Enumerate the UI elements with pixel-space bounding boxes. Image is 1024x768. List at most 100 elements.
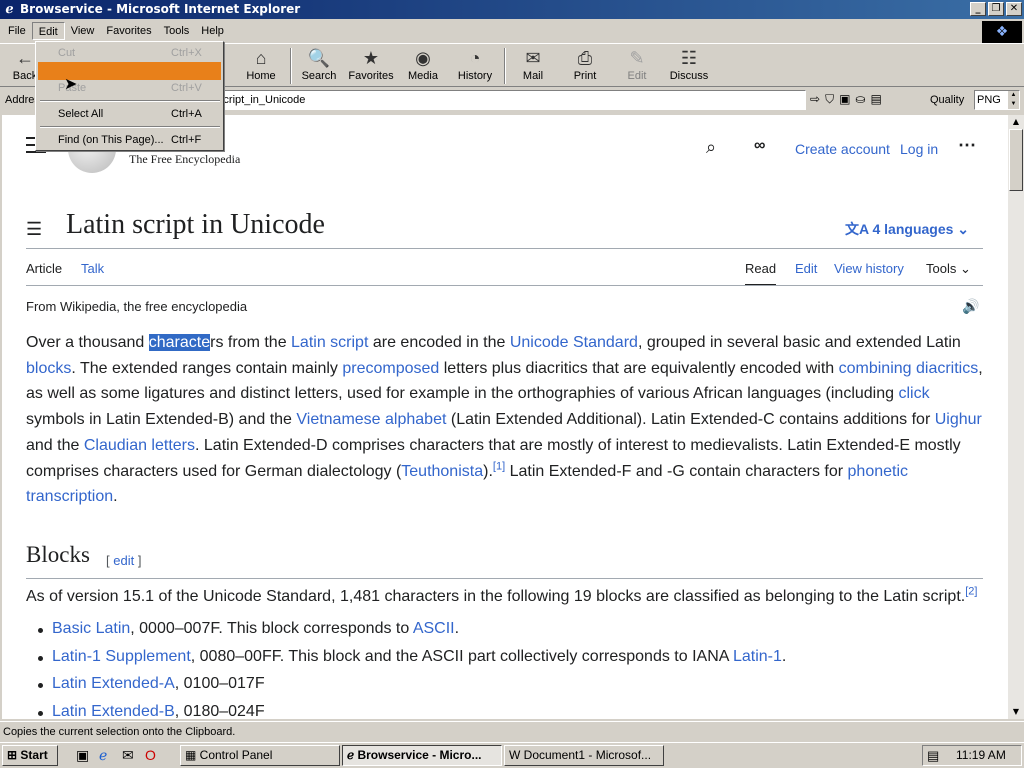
scrollbar-thumb[interactable]	[1009, 129, 1023, 191]
zoom-icon[interactable]: ▣	[839, 92, 850, 107]
tab-talk[interactable]: Talk	[81, 261, 104, 276]
link-combining-diacritics[interactable]: combining diacritics	[839, 360, 979, 377]
print-button[interactable]: ⎙ Print	[566, 46, 604, 86]
menu-item-find[interactable]: Find (on This Page)... Ctrl+F	[38, 131, 221, 149]
task-control-panel[interactable]: ▦ Control Panel	[180, 745, 340, 766]
link-block-ref[interactable]: Latin-1	[733, 648, 782, 665]
list-item: Latin Extended-A, 0100–017F	[26, 675, 786, 703]
media-icon: ◉	[415, 48, 431, 68]
ref-2[interactable]: [2]	[965, 586, 977, 598]
tab-view-history[interactable]: View history	[834, 261, 904, 276]
link-block[interactable]: Basic Latin	[52, 620, 130, 637]
network-icon[interactable]: ▤	[927, 746, 939, 765]
menu-view[interactable]: View	[65, 22, 101, 40]
home-button[interactable]: ⌂ Home	[240, 46, 282, 86]
favorites-folder-icon: ★	[362, 48, 380, 68]
section-edit-link[interactable]: [ edit ]	[106, 553, 141, 568]
outlook-icon[interactable]: ✉	[122, 747, 134, 764]
ie-quicklaunch-icon[interactable]: ℯ	[99, 747, 107, 764]
ref-1[interactable]: [1]	[493, 460, 505, 472]
scroll-up-icon[interactable]: ▲	[1008, 115, 1024, 129]
menu-item-select-all[interactable]: Select All Ctrl+A	[38, 105, 221, 123]
toolbar-separator	[504, 48, 506, 84]
link-vietnamese-alphabet[interactable]: Vietnamese alphabet	[296, 411, 446, 428]
task-browservice[interactable]: ℯ Browservice - Micro...	[342, 745, 502, 766]
toolbar-separator	[290, 48, 292, 84]
favorites-button[interactable]: ★ Favorites	[346, 46, 396, 86]
link-blocks[interactable]: blocks	[26, 360, 71, 377]
close-button[interactable]: ✕	[1006, 2, 1022, 16]
lead-paragraph[interactable]: Over a thousand characters from the Lati…	[26, 330, 986, 510]
link-block[interactable]: Latin-1 Supplement	[52, 648, 191, 665]
link-unicode-standard[interactable]: Unicode Standard	[510, 334, 638, 351]
taskbar: ⊞ Start ▣ ℯ ✉ O ▦ Control Panel ℯ Browse…	[0, 742, 1024, 768]
quality-spinner-icon[interactable]: ▲ ▼	[1008, 91, 1019, 109]
link-latin-script[interactable]: Latin script	[291, 334, 368, 351]
windows-logo-icon: ❖	[982, 21, 1022, 43]
link-block-ref[interactable]: ASCII	[413, 620, 455, 637]
listen-audio-icon[interactable]: 🔊	[962, 298, 979, 315]
link-precomposed[interactable]: precomposed	[342, 360, 439, 377]
list-item: Basic Latin, 0000–007F. This block corre…	[26, 620, 786, 648]
menu-tools[interactable]: Tools	[158, 22, 196, 40]
list-item: Latin-1 Supplement, 0080–00FF. This bloc…	[26, 648, 786, 676]
task-document1[interactable]: W Document1 - Microsof...	[504, 745, 664, 766]
start-button[interactable]: ⊞ Start	[2, 745, 58, 766]
more-options-icon[interactable]: ⋯	[958, 135, 976, 156]
page-viewport[interactable]: A The Free Encyclopedia ⌕ ∞ Create accou…	[2, 115, 1008, 719]
media-button[interactable]: ◉ Media	[404, 46, 442, 86]
link-teuthonista[interactable]: Teuthonista	[401, 463, 483, 480]
discuss-button[interactable]: ☷ Discuss	[668, 46, 710, 86]
title-divider	[26, 248, 983, 249]
page-title: Latin script in Unicode	[66, 209, 325, 240]
link-click[interactable]: click	[898, 385, 929, 402]
link-claudian-letters[interactable]: Claudian letters	[84, 437, 195, 454]
tab-read[interactable]: Read	[745, 261, 777, 286]
opera-icon[interactable]: O	[145, 747, 156, 763]
menu-edit[interactable]: Edit	[31, 22, 65, 40]
edit-page-icon: ✎	[629, 48, 645, 68]
tabs-divider	[26, 285, 983, 286]
blocks-intro: As of version 15.1 of the Unicode Standa…	[26, 585, 978, 605]
clock[interactable]: 11:19 AM	[956, 746, 1006, 765]
vertical-scrollbar[interactable]: ▲ ▼	[1008, 115, 1024, 719]
languages-button[interactable]: 文A 4 languages ⌄	[845, 219, 969, 239]
tab-article[interactable]: Article	[26, 261, 62, 276]
search-button[interactable]: 🔍 Search	[298, 46, 340, 86]
search-globe-icon: 🔍	[307, 48, 331, 68]
history-clock-icon: ◔	[469, 48, 481, 68]
menu-help[interactable]: Help	[195, 22, 230, 40]
mail-button[interactable]: ✉ Mail	[514, 46, 552, 86]
tab-edit[interactable]: Edit	[795, 261, 817, 276]
quality-label: Quality	[930, 94, 965, 106]
quality-select[interactable]: PNG ▲ ▼	[974, 90, 1020, 110]
minimize-button[interactable]: _	[970, 2, 986, 16]
discuss-icon: ☷	[680, 48, 698, 68]
history-button[interactable]: ◔ History	[454, 46, 496, 86]
menu-item-cut[interactable]: Cut Ctrl+X	[38, 44, 221, 62]
scroll-down-icon[interactable]: ▼	[1008, 705, 1024, 719]
search-icon[interactable]: ⌕	[706, 137, 716, 158]
edit-page-button[interactable]: ✎ Edit	[620, 46, 654, 86]
site-subtitle: From Wikipedia, the free encyclopedia	[26, 299, 248, 314]
show-desktop-icon[interactable]: ▣	[76, 747, 89, 764]
blocks-list: Basic Latin, 0000–007F. This block corre…	[26, 620, 786, 719]
create-account-link[interactable]: Create account	[795, 141, 890, 157]
menu-separator	[40, 100, 220, 102]
menu-file[interactable]: File	[2, 22, 32, 40]
log-in-link[interactable]: Log in	[900, 141, 938, 157]
clipboard-icon[interactable]: ▤	[870, 92, 881, 107]
go-arrow-icon[interactable]: ⇨	[810, 92, 820, 107]
find-binoculars-icon[interactable]: ⛀	[855, 92, 865, 107]
link-block[interactable]: Latin Extended-B	[52, 703, 175, 720]
window-title-bar[interactable]: ℯ Browservice - Microsoft Internet Explo…	[0, 0, 1024, 19]
chevron-down-icon: ⌄	[957, 221, 970, 237]
table-of-contents-icon[interactable]: ☰	[26, 219, 42, 240]
appearance-icon[interactable]: ∞	[754, 137, 765, 155]
link-uighur[interactable]: Uighur	[935, 411, 982, 428]
menu-favorites[interactable]: Favorites	[100, 22, 157, 40]
tab-tools[interactable]: Tools ⌄	[926, 261, 971, 277]
link-block[interactable]: Latin Extended-A	[52, 675, 175, 692]
restore-button[interactable]: ❐	[988, 2, 1004, 16]
bookmark-icon[interactable]: ⛉	[825, 92, 834, 107]
